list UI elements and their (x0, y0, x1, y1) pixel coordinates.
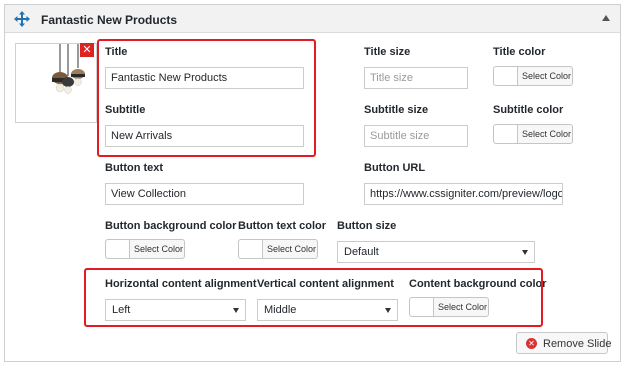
select-color-label: Select Color (522, 129, 572, 139)
subtitle-color-label: Subtitle color (493, 104, 564, 116)
circle-x-icon: ✕ (526, 338, 537, 349)
move-icon[interactable] (14, 11, 30, 27)
panel-header[interactable]: Fantastic New Products (5, 5, 620, 33)
title-size-label: Title size (364, 46, 411, 58)
button-text-color-button[interactable]: Select Color (238, 239, 318, 259)
triangle-up-icon[interactable] (602, 15, 610, 21)
highlight-box-title-subtitle (97, 39, 316, 157)
button-url-input[interactable]: https://www.cssigniter.com/preview/logo (364, 183, 563, 205)
remove-slide-button[interactable]: ✕ Remove Slide (516, 332, 612, 354)
button-background-color-label: Button background color (105, 220, 237, 232)
highlight-box-alignment (84, 268, 543, 327)
select-color-label: Select Color (267, 244, 317, 254)
color-swatch (494, 125, 518, 143)
color-swatch (494, 67, 518, 85)
subtitle-size-input[interactable]: Subtitle size (364, 125, 468, 147)
button-size-label: Button size (337, 220, 397, 232)
button-size-select[interactable]: Default (337, 241, 535, 263)
subtitle-color-button[interactable]: Select Color (493, 124, 573, 144)
remove-slide-label: Remove Slide (543, 338, 612, 350)
chevron-down-icon (522, 250, 528, 255)
panel-title: Fantastic New Products (41, 13, 178, 27)
subtitle-size-label: Subtitle size (364, 104, 429, 116)
button-text-color-label: Button text color (238, 220, 326, 232)
close-icon[interactable]: ✕ (80, 43, 94, 57)
color-swatch (106, 240, 130, 258)
button-url-label: Button URL (364, 162, 426, 174)
title-color-button[interactable]: Select Color (493, 66, 573, 86)
color-swatch (239, 240, 263, 258)
button-size-value: Default (344, 246, 379, 258)
title-size-input[interactable]: Title size (364, 67, 468, 89)
select-color-label: Select Color (134, 244, 184, 254)
button-text-input[interactable]: View Collection (105, 183, 304, 205)
title-color-label: Title color (493, 46, 546, 58)
button-background-color-button[interactable]: Select Color (105, 239, 185, 259)
button-text-label: Button text (105, 162, 164, 174)
slide-panel: Fantastic New Products ✕ Title Fantastic… (4, 4, 621, 362)
select-color-label: Select Color (522, 71, 572, 81)
